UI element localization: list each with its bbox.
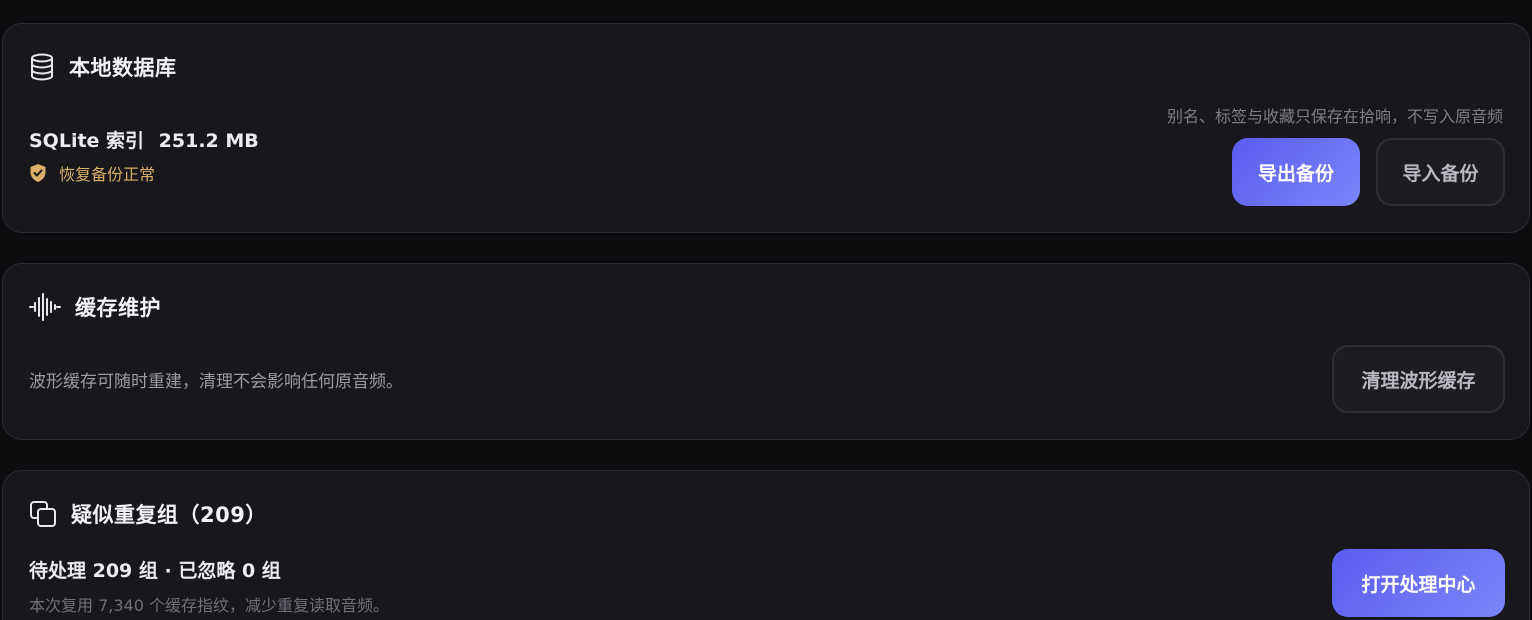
local-database-title: 本地数据库	[69, 56, 177, 80]
duplicates-title: 疑似重复组（209）	[71, 503, 267, 527]
settings-page: 本地数据库 SQLite 索引 251.2 MB 恢复备份正常 别名、标签与收藏…	[0, 0, 1532, 620]
shield-check-icon	[29, 163, 47, 183]
backup-status: 恢复备份正常	[29, 161, 155, 185]
sqlite-index-size: 251.2 MB	[158, 130, 259, 152]
database-icon	[29, 53, 55, 81]
duplicates-card: 疑似重复组（209） 待处理 209 组 · 已忽略 0 组 本次复用 7,34…	[2, 470, 1530, 620]
copy-icon	[29, 500, 57, 528]
sqlite-index-label: SQLite 索引	[29, 130, 145, 152]
duplicates-detail: 本次复用 7,340 个缓存指纹，减少重复读取音频。	[29, 596, 389, 615]
duplicates-header: 疑似重复组（209）	[29, 499, 267, 529]
clear-waveform-cache-button[interactable]: 清理波形缓存	[1332, 345, 1505, 413]
waveform-icon	[29, 293, 61, 321]
cache-maintenance-title: 缓存维护	[75, 296, 161, 320]
open-processing-center-button[interactable]: 打开处理中心	[1332, 549, 1505, 617]
cache-description: 波形缓存可随时重建，清理不会影响任何原音频。	[29, 372, 403, 392]
cache-maintenance-header: 缓存维护	[29, 292, 161, 322]
cache-maintenance-card: 缓存维护 波形缓存可随时重建，清理不会影响任何原音频。 清理波形缓存	[2, 263, 1530, 440]
local-database-card: 本地数据库 SQLite 索引 251.2 MB 恢复备份正常 别名、标签与收藏…	[2, 23, 1530, 233]
backup-status-text: 恢复备份正常	[59, 165, 156, 184]
import-backup-button[interactable]: 导入备份	[1376, 138, 1505, 206]
export-backup-button[interactable]: 导出备份	[1232, 138, 1360, 206]
sqlite-index-info: SQLite 索引 251.2 MB	[29, 126, 259, 153]
local-database-header: 本地数据库	[29, 52, 177, 82]
duplicates-summary: 待处理 209 组 · 已忽略 0 组	[29, 560, 281, 582]
storage-note: 别名、标签与收藏只保存在拾响，不写入原音频	[1166, 107, 1503, 126]
